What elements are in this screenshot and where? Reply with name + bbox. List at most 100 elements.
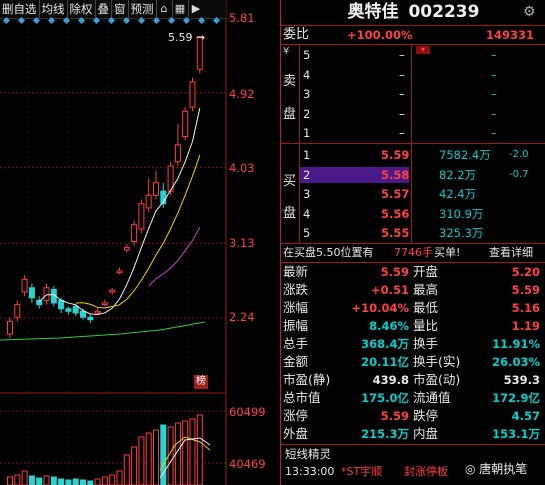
stock-name: 奥特佳 <box>347 2 399 22</box>
event-marker-icon[interactable] <box>182 16 191 25</box>
event-marker-icon[interactable] <box>77 16 86 25</box>
event-marker-icon[interactable] <box>212 16 221 25</box>
event-marker-icon[interactable] <box>62 16 71 25</box>
candle-body <box>7 320 13 335</box>
stat-row: 市盈(静) 439.8 市盈(动) 539.3 <box>281 371 545 389</box>
buy-level-row[interactable]: 2 5.58 82.2万 -0.7 <box>281 166 545 184</box>
sell-level-row[interactable]: 3 – – <box>281 85 545 103</box>
candle-body <box>21 278 28 293</box>
event-marker-icon[interactable] <box>122 16 131 25</box>
event-marker-icon[interactable] <box>167 16 176 25</box>
level-price: 5.59 <box>381 148 410 162</box>
stat-row: 涨停 5.59 跌停 4.57 <box>281 407 545 425</box>
level-volume: – <box>491 126 497 140</box>
candle-body <box>43 287 50 301</box>
stat-label: 最低 <box>413 300 439 315</box>
level-number: 3 <box>303 187 311 201</box>
stat-label: 量比 <box>413 318 439 333</box>
volume-bar <box>94 478 101 485</box>
event-marker-icon[interactable] <box>197 16 206 25</box>
candle-body <box>101 302 108 306</box>
volume-axis-label: 40469 <box>229 457 266 471</box>
candle-body <box>94 310 101 314</box>
volume-bar <box>123 454 130 485</box>
watermark: ◎ 唐朝执笔 <box>465 462 528 476</box>
stat-value: 11.91% <box>492 337 540 351</box>
event-marker-icon[interactable] <box>107 16 116 25</box>
stat-label: 金额 <box>283 354 309 369</box>
elf-event: 封涨停板 <box>404 465 448 478</box>
notice-text: 在买盘5.50位置有 <box>283 246 374 259</box>
buy-level-row[interactable]: 5 5.55 325.3万 <box>281 224 545 242</box>
candle-body <box>14 304 21 318</box>
stat-value: +10.04% <box>351 301 409 315</box>
volume-bar <box>116 470 123 485</box>
notice-qty: 7746手 <box>394 246 433 259</box>
view-detail-link[interactable]: 查看详细 <box>489 244 533 262</box>
stat-value: 8.46% <box>369 319 409 333</box>
stat-value: 26.03% <box>492 355 540 369</box>
next-icon[interactable]: ▶ <box>189 0 204 18</box>
price-axis-label: 3.13 <box>229 236 255 250</box>
stat-label: 市盈(静) <box>283 372 331 387</box>
level-number: 2 <box>303 106 311 121</box>
level-number: 5 <box>303 48 311 62</box>
volume-bar <box>80 479 86 485</box>
stat-row: 振幅 8.46% 量比 1.19 <box>281 317 545 335</box>
stat-label: 涨跌 <box>283 282 309 297</box>
event-marker-icon[interactable] <box>137 16 146 25</box>
stat-value: 368.4万 <box>361 337 409 351</box>
stat-row: 最新 5.59 开盘 5.20 <box>281 263 545 281</box>
sell-level-row[interactable]: 1 – – <box>281 124 545 142</box>
buy-level-row[interactable]: 4 5.56 310.9万 <box>281 205 545 223</box>
candle-body <box>109 289 116 293</box>
volume-bar <box>65 479 72 485</box>
buy-level-row[interactable]: 1 5.59 7582.4万 -2.0 <box>281 146 545 164</box>
lock-icon[interactable]: ⌂ <box>157 0 173 18</box>
candle-body <box>72 305 79 314</box>
event-marker-icon[interactable] <box>92 16 101 25</box>
elf-title: 短线精灵 <box>285 447 331 461</box>
stat-value: 5.16 <box>511 301 540 315</box>
sell-level-row[interactable]: 5 – – <box>281 46 545 64</box>
sell-level-row[interactable]: 4 – – <box>281 66 545 84</box>
event-marker-icon[interactable] <box>17 16 26 25</box>
forecast-button[interactable]: 预测 <box>129 0 157 18</box>
buy-level-row[interactable]: 3 5.57 42.4万 <box>281 185 545 203</box>
event-marker-icon[interactable] <box>47 16 56 25</box>
event-marker-icon[interactable] <box>2 16 11 25</box>
level-price: – <box>399 67 405 82</box>
stat-value: 215.3万 <box>361 427 409 441</box>
event-marker-icon[interactable] <box>152 16 161 25</box>
level-number: 4 <box>303 67 311 82</box>
stat-value: 539.3 <box>503 373 540 387</box>
settings-gear-icon[interactable]: ⚙ <box>523 4 536 20</box>
stat-value: +0.51 <box>370 283 409 297</box>
candle-body <box>153 182 159 196</box>
event-marker-icon[interactable] <box>32 16 41 25</box>
candle-body <box>145 194 152 209</box>
candle-body <box>138 203 145 230</box>
level-volume: – <box>491 67 497 82</box>
ex-rights-button[interactable]: 除权 <box>68 0 96 18</box>
stat-row: 外盘 215.3万 内盘 153.1万 <box>281 425 545 443</box>
ma60-line <box>0 321 206 341</box>
rank-badge[interactable]: 榜 <box>194 375 208 389</box>
moving-average-button[interactable]: 均线 <box>40 0 68 18</box>
big-order-notice: 在买盘5.50位置有 7746手 买单! 查看详细 <box>281 244 545 262</box>
level-volume: 325.3万 <box>439 226 484 240</box>
volume-bar <box>36 477 43 485</box>
grid-icon[interactable]: ▦ <box>173 0 189 18</box>
volume-bar <box>138 436 145 485</box>
window-button[interactable]: 窗 <box>112 0 129 18</box>
candle-body <box>189 81 196 108</box>
candle-body <box>182 110 189 137</box>
volume-bar <box>7 476 13 485</box>
remove-watchlist-button[interactable]: 删自选 <box>0 0 40 18</box>
sell-level-row[interactable]: 2 – – <box>281 105 545 123</box>
volume-bar <box>28 475 35 485</box>
stat-value: 1.19 <box>511 319 540 333</box>
candle-body <box>80 310 86 318</box>
candle-body <box>174 144 181 163</box>
overlay-button[interactable]: 叠 <box>96 0 112 18</box>
